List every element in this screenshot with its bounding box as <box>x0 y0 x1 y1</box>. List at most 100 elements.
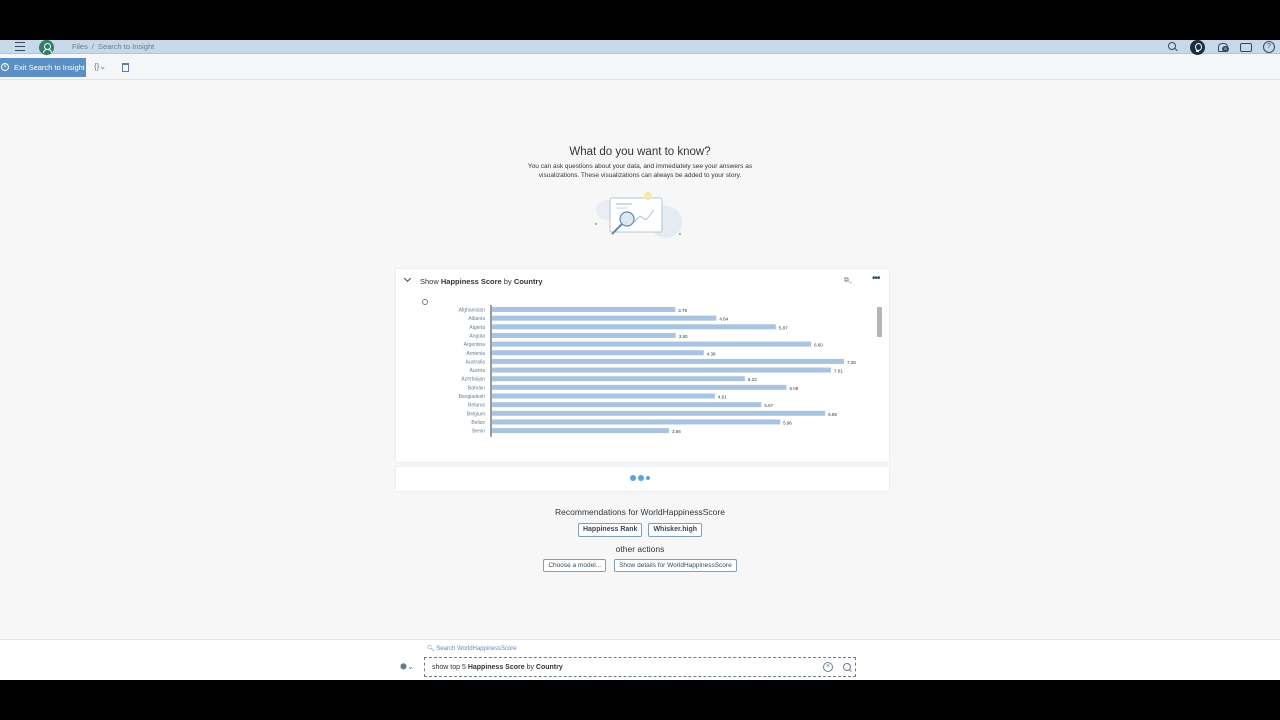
query-dimension: Country <box>535 664 563 671</box>
data-label: 7.28 <box>847 360 856 365</box>
shell-actions: 8 <box>1167 40 1275 55</box>
category-label: Austria <box>469 368 485 374</box>
loading-indicator <box>630 475 650 481</box>
breadcrumb: Files / Search to Insight <box>72 42 154 51</box>
exit-search-to-insight-button[interactable]: × Exit Search to Insight <box>0 58 86 77</box>
close-circle-icon: × <box>1 63 9 71</box>
bar[interactable] <box>492 307 676 312</box>
category-label: Belgium <box>467 411 485 417</box>
other-actions: Choose a model... Show details for World… <box>0 559 1280 572</box>
chart-scrollbar[interactable] <box>877 307 882 337</box>
menu-icon[interactable] <box>15 42 25 51</box>
recommendation-chips: Happiness Rank Whisker.high <box>0 523 1280 537</box>
bar[interactable] <box>492 376 745 382</box>
category-label: Bahrain <box>468 385 485 391</box>
title-by: by <box>501 277 514 286</box>
data-label: 5.23 <box>748 377 757 382</box>
code-menu-button[interactable]: {}⌄ <box>94 62 106 71</box>
title-prefix: Show <box>420 277 441 286</box>
data-label: 3.80 <box>679 334 688 339</box>
category-label: Bangladesh <box>459 394 486 400</box>
bar[interactable] <box>492 341 812 347</box>
category-label: Argentina <box>464 342 486 348</box>
bar[interactable] <box>492 393 715 399</box>
category-label: Benin <box>472 429 485 435</box>
data-label: 7.01 <box>834 369 843 374</box>
loading-card <box>396 467 889 491</box>
data-label: 6.89 <box>828 412 837 417</box>
category-label: Belize <box>471 420 485 426</box>
page-subtitle: You can ask questions about your data, a… <box>527 163 753 179</box>
category-label: Algeria <box>469 325 485 331</box>
chip-happiness-rank[interactable]: Happiness Rank <box>577 523 643 537</box>
notifications-icon[interactable]: 8 <box>1216 41 1229 53</box>
chart-card: Show Happiness Score by Country ⧉⌄ ••• A… <box>396 269 889 462</box>
bar-chart: Afghanistan 3.79 Albania 4.64 Algeria 5.87 Ang… <box>459 305 856 437</box>
clear-icon[interactable]: × <box>823 662 833 672</box>
chip-whisker-high[interactable]: Whisker.high <box>648 523 703 537</box>
choose-model-button[interactable]: Choose a model... <box>543 559 607 572</box>
bar[interactable] <box>492 367 831 373</box>
other-actions-title: other actions <box>615 544 665 554</box>
query-measure: Happiness Score <box>467 664 525 671</box>
toolbar: × Exit Search to Insight {}⌄ <box>0 55 1280 80</box>
data-label: 5.87 <box>779 325 788 330</box>
chat-icon[interactable] <box>1239 41 1252 53</box>
search-hint-text: Search WorldHappinessScore <box>436 646 517 652</box>
data-label: 4.61 <box>718 395 727 400</box>
more-options-icon[interactable]: ••• <box>872 273 880 284</box>
bar[interactable] <box>492 324 776 330</box>
recommendations-title: Recommendations for WorldHappinessScore <box>555 507 725 517</box>
exit-label: Exit Search to Insight <box>14 63 85 72</box>
page-title: What do you want to know? <box>569 146 711 158</box>
bar[interactable] <box>492 384 787 390</box>
data-label: 5.57 <box>764 403 773 408</box>
category-label: Angola <box>469 333 485 339</box>
lightbulb-icon[interactable] <box>1190 40 1205 55</box>
category-label: Albania <box>468 316 485 322</box>
data-label: 3.79 <box>678 308 687 313</box>
category-label: Armenia <box>466 351 485 357</box>
avatar[interactable] <box>39 40 54 55</box>
bar[interactable] <box>492 428 669 434</box>
bar[interactable] <box>492 350 704 356</box>
data-label: 3.66 <box>672 429 681 434</box>
title-dimension: Country <box>513 277 543 286</box>
breadcrumb-separator: / <box>91 42 94 51</box>
breadcrumb-files[interactable]: Files <box>72 42 88 51</box>
bar[interactable] <box>492 402 762 408</box>
model-selector-icon[interactable]: ⬢⌄ <box>400 662 414 671</box>
search-input[interactable]: show top 5 Happiness Score by Country × <box>424 657 856 677</box>
chevron-down-icon: ⌄ <box>99 62 107 71</box>
category-label: Azerbaijan <box>461 377 485 383</box>
copy-menu-icon[interactable]: ⧉⌄ <box>844 277 852 285</box>
bar[interactable] <box>492 419 781 425</box>
search-query[interactable]: show top 5 Happiness Score by Country <box>432 664 563 671</box>
data-label: 4.38 <box>707 351 716 356</box>
search-icon[interactable] <box>1167 41 1179 53</box>
query-by: by <box>524 664 536 671</box>
notification-badge: 8 <box>1222 46 1229 52</box>
data-label: 6.60 <box>814 343 823 348</box>
data-label: 5.96 <box>783 420 792 425</box>
bar[interactable] <box>492 315 717 321</box>
bar[interactable] <box>492 332 676 338</box>
category-label: Afghanistan <box>459 308 486 314</box>
category-label: Australia <box>466 359 486 365</box>
data-label: 4.64 <box>719 317 728 322</box>
search-bar-area: 🔍︎ Search WorldHappinessScore ⬢⌄ show to… <box>0 639 1280 680</box>
show-details-button[interactable]: Show details for WorldHappinessScore <box>614 559 737 572</box>
chart-title: Show Happiness Score by Country <box>420 277 543 286</box>
collapse-chevron-icon[interactable] <box>404 276 411 283</box>
help-icon[interactable] <box>1262 41 1275 53</box>
data-label: 6.09 <box>789 386 798 391</box>
app-window: Files/Search to Insight 8 × Exit Search … <box>0 40 1280 680</box>
search-illustration <box>594 192 682 238</box>
category-label: Belarus <box>468 403 485 409</box>
bar[interactable] <box>492 410 826 416</box>
shell-bar: Files / Search to Insight 8 <box>0 40 1280 55</box>
bar[interactable] <box>492 358 844 364</box>
trash-icon[interactable] <box>122 63 129 72</box>
title-measure: Happiness Score <box>440 277 502 286</box>
search-submit-icon[interactable] <box>843 663 853 673</box>
